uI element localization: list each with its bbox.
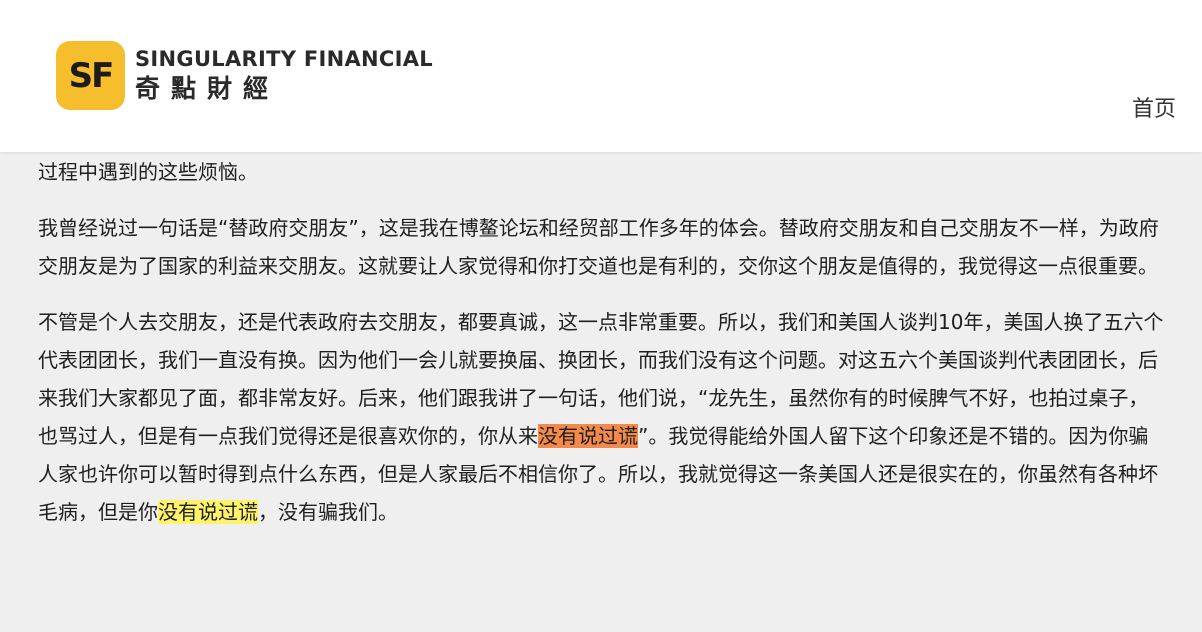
site-header: SF SINGULARITY FINANCIAL 奇點財經 首页: [0, 0, 1202, 152]
highlight-yellow: 没有说过谎: [158, 500, 258, 524]
article-paragraph: 不管是个人去交朋友，还是代表政府去交朋友，都要真诚，这一点非常重要。所以，我们和…: [38, 303, 1166, 531]
logo-text: SINGULARITY FINANCIAL 奇點財經: [135, 46, 433, 106]
paragraph-text: ，没有骗我们。: [258, 500, 398, 524]
logo-badge: SF: [56, 41, 125, 110]
article-paragraph: 我曾经说过一句话是“替政府交朋友”，这是我在博鳌论坛和经贸部工作多年的体会。替政…: [38, 216, 1159, 278]
nav-home-link[interactable]: 首页: [1132, 91, 1176, 123]
site-logo[interactable]: SF SINGULARITY FINANCIAL 奇點財經: [56, 41, 433, 110]
article-paragraph: 过程中遇到的这些烦恼。: [38, 160, 258, 184]
brand-name-zh: 奇點財經: [135, 73, 280, 103]
logo-mark: SF: [68, 55, 115, 96]
highlight-orange: 没有说过谎: [538, 424, 638, 448]
brand-name-en: SINGULARITY FINANCIAL: [135, 46, 433, 71]
article-body: 过程中遇到的这些烦恼。 我曾经说过一句话是“替政府交朋友”，这是我在博鳌论坛和经…: [38, 153, 1166, 531]
